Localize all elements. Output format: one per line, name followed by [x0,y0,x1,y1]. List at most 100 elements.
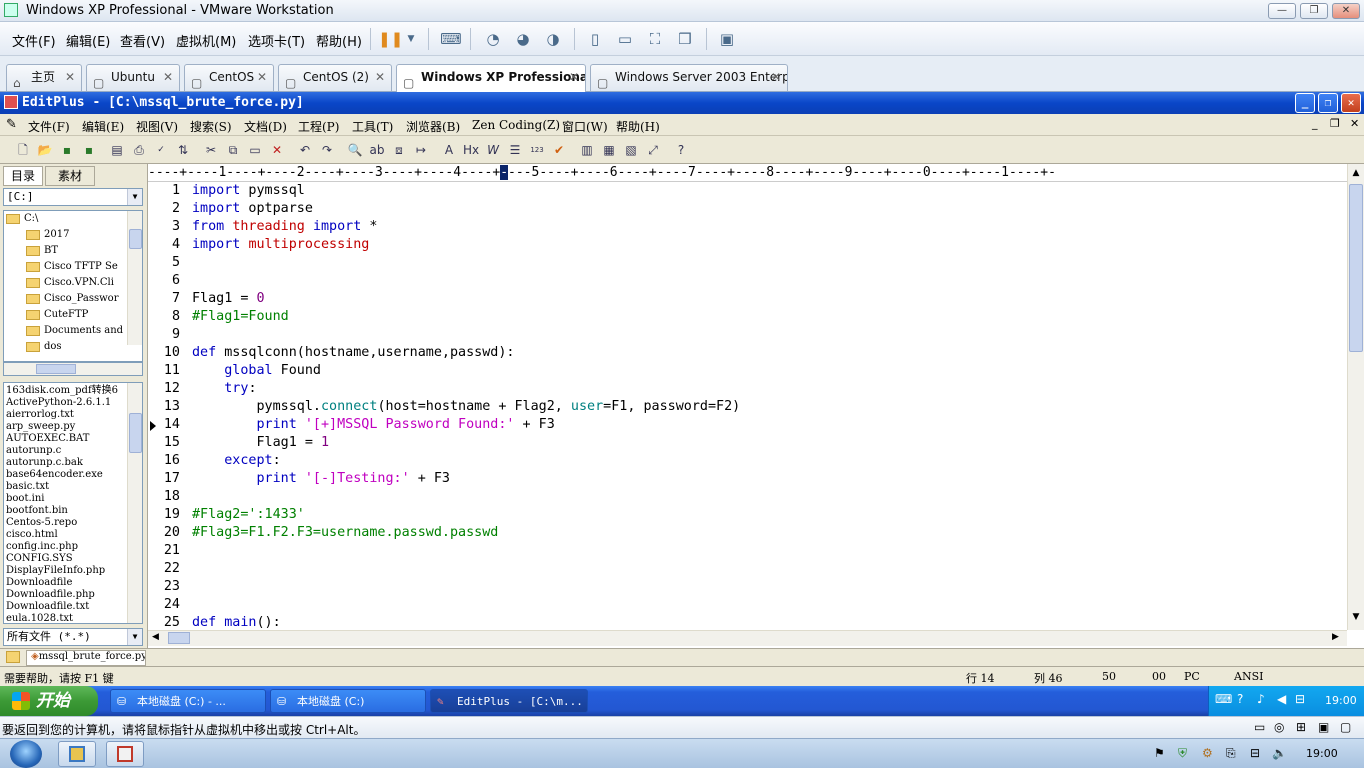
tree-item[interactable]: Documents and [26,323,123,339]
tree-item[interactable]: 2017 [26,227,69,243]
taskbar-button-explorer-2[interactable]: ⛁ 本地磁盘 (C:) [270,689,426,713]
tab-home[interactable]: ⌂ 主页 ✕ [6,64,82,91]
tab-cliptext[interactable]: 素材 [45,166,95,186]
code-line[interactable]: import multiprocessing [192,237,369,252]
code-line[interactable]: import pymssql [192,183,305,198]
taskbar-button-explorer-1[interactable]: ⛁ 本地磁盘 (C:) - ... [110,689,266,713]
file-list-item[interactable]: Downloadfile [6,577,72,589]
file-list-item[interactable]: ActivePython-2.6.1.1 [6,397,111,409]
snapshot-icon[interactable]: ◔ [482,28,504,50]
start-button[interactable]: 开始 [0,686,98,716]
console-view-icon[interactable]: ▭ [614,28,636,50]
minimize-button[interactable]: _ [1295,93,1315,113]
message-icon[interactable]: ▢ [1340,720,1351,734]
html-toolbar-icon[interactable]: Hx [462,141,480,159]
device-usb-icon[interactable]: ▣ [1318,720,1329,734]
file-list-item[interactable]: Downloadfile.php [6,589,95,601]
code-line[interactable]: except: [192,453,280,468]
code-editor[interactable]: 1 import pymssql 2 import optparse 3 from thr… [148,182,1347,630]
save-icon[interactable]: ▪ [58,141,76,159]
minimize-button[interactable]: — [1268,3,1296,19]
menu-file[interactable]: 文件(F) [12,31,56,50]
ep-menu-document[interactable]: 文档(D) [244,118,287,135]
device-disk-icon[interactable]: ▭ [1254,720,1265,734]
word-wrap-icon[interactable]: W [484,141,502,159]
file-list-item[interactable]: CONFIG.SYS [6,553,73,565]
tree-item[interactable]: Cisco TFTP Se [26,259,118,275]
scroll-right-icon[interactable]: ▶ [1332,632,1339,642]
scroll-down-icon[interactable]: ▼ [1349,612,1363,626]
copy-icon[interactable]: ⧉ [224,141,242,159]
menu-view[interactable]: 查看(V) [120,31,165,50]
new-file-icon[interactable]: 🗋 [14,141,32,159]
file-list-item[interactable]: 163disk.com_pdf转换6 [6,385,118,397]
cut-icon[interactable]: ✂ [202,141,220,159]
host-clock[interactable]: 19:00 [1306,747,1338,760]
help-icon[interactable]: ? [1237,692,1243,706]
ep-menu-search[interactable]: 搜索(S) [190,118,232,135]
tab-centos-2[interactable]: ▢ CentOS (2) ✕ [278,64,392,91]
code-line[interactable]: #Flag2=':1433' [192,507,305,522]
tab-windows-xp[interactable]: ▢ Windows XP Professional ✕ [396,64,586,92]
document-tab[interactable]: ◈mssql_brute_force.py [26,650,146,666]
chevron-down-icon[interactable]: ▼ [127,189,142,205]
tab-ubuntu[interactable]: ▢ Ubuntu ✕ [86,64,180,91]
ep-menu-help[interactable]: 帮助(H) [616,118,660,135]
scroll-thumb[interactable] [168,632,190,644]
drive-select[interactable]: [C:] ▼ [3,188,143,206]
close-icon[interactable]: ✕ [65,65,75,90]
tree-item[interactable]: CuteFTP [26,307,88,323]
ftp-upload-icon[interactable]: ⇅ [174,141,192,159]
code-line[interactable]: Flag1 = 1 [192,435,329,450]
pause-icon[interactable]: ❚❚ [378,28,403,50]
file-list-item[interactable]: config.inc.php [6,541,78,553]
menu-tabs[interactable]: 选项卡(T) [248,31,305,50]
tree-scrollbar[interactable] [127,211,142,345]
code-line[interactable]: def main(): [192,615,281,630]
redo-icon[interactable]: ↷ [318,141,336,159]
scroll-up-icon[interactable]: ▲ [1349,168,1363,182]
volume-icon[interactable]: 🔈 [1272,746,1287,760]
file-list-item[interactable]: cisco.html [6,529,58,541]
file-list-item[interactable]: AUTOEXEC.BAT [6,433,89,445]
print-preview-icon[interactable]: ▤ [108,141,126,159]
keyboard-icon[interactable]: ⌨ [1215,692,1232,706]
menu-edit[interactable]: 编辑(E) [66,31,110,50]
fullscreen-icon[interactable]: ⤢ [644,141,662,159]
replace-icon[interactable]: ab [368,141,386,159]
tree-item[interactable]: BT [26,243,58,259]
ep-menu-edit[interactable]: 编辑(E) [82,118,124,135]
spellcheck-icon[interactable]: ✓ [152,141,170,159]
file-list-item[interactable]: basic.txt [6,481,49,493]
close-icon[interactable]: ✕ [375,65,385,90]
unity-icon[interactable]: ❒ [674,28,696,50]
mdi-restore-icon[interactable]: ❐ [1330,117,1340,130]
tab-centos[interactable]: ▢ CentOS ✕ [184,64,274,91]
file-list-item[interactable]: DisplayFileInfo.php [6,565,105,577]
host-taskbar-vmware[interactable] [106,741,144,767]
chevron-down-icon[interactable]: ▼ [127,629,142,645]
ep-menu-browser[interactable]: 浏览器(B) [406,118,460,135]
open-folder-icon[interactable]: 📂 [36,141,54,159]
check-icon[interactable]: ✔ [550,141,568,159]
code-line[interactable]: def mssqlconn(hostname,username,passwd): [192,345,514,360]
file-list-item[interactable]: Centos-5.repo [6,517,77,529]
file-list-scrollbar[interactable] [127,383,142,623]
delete-icon[interactable]: ✕ [268,141,286,159]
tray-flag-icon[interactable]: ⚑ [1154,746,1165,760]
tree-hscrollbar[interactable] [3,362,143,376]
code-line[interactable]: print '[-]Testing:' + F3 [192,471,451,486]
file-list-item[interactable]: eula.1028.txt [6,613,73,623]
ep-menu-zen-coding[interactable]: Zen Coding(Z) [472,118,560,132]
code-line[interactable]: pymssql.connect(host=hostname + Flag2, u… [192,399,740,414]
editor-hscrollbar[interactable]: ◀ ▶ [148,630,1347,646]
file-list[interactable]: 163disk.com_pdf转换6 ActivePython-2.6.1.1 ai… [3,382,143,624]
find-icon[interactable]: 🔍 [346,141,364,159]
cliptext-icon[interactable]: ▦ [600,141,618,159]
menu-help[interactable]: 帮助(H) [316,31,362,50]
snapshot-manager-icon[interactable]: ◑ [542,28,564,50]
menu-vm[interactable]: 虚拟机(M) [176,31,236,50]
close-icon[interactable]: ✕ [257,65,267,90]
paste-icon[interactable]: ▭ [246,141,264,159]
maximize-button[interactable]: ❐ [1300,3,1328,19]
